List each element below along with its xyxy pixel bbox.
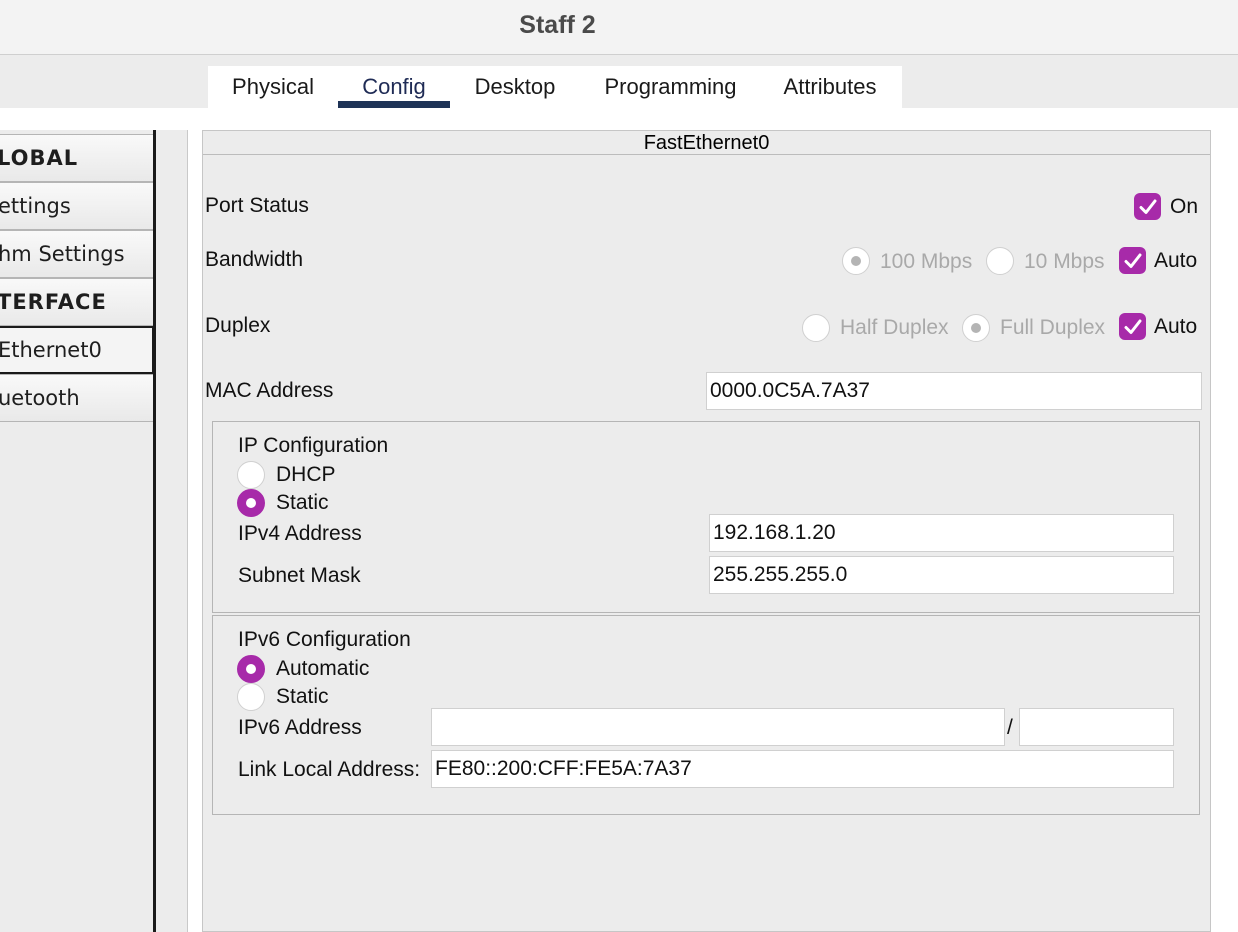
- ipv4-address-label: IPv4 Address: [238, 522, 362, 545]
- ipv6-prefix-length-field[interactable]: [1019, 708, 1174, 746]
- bandwidth-10mbps-radio[interactable]: [986, 247, 1014, 275]
- window-titlebar: Staff 2: [0, 0, 1238, 55]
- panel-title: FastEthernet0: [203, 131, 1210, 155]
- port-status-label: Port Status: [205, 194, 309, 217]
- duplex-auto-checkbox[interactable]: [1119, 313, 1146, 340]
- tab-config-label: Config: [362, 74, 426, 99]
- ipv6-prefix-separator: /: [1007, 716, 1013, 739]
- sidebar-item-fastethernet0[interactable]: Ethernet0: [0, 326, 154, 374]
- port-status-checkbox[interactable]: [1134, 193, 1161, 220]
- sidebar-item-label: uetooth: [0, 386, 80, 410]
- active-tab-indicator: [338, 101, 450, 108]
- duplex-half-label: Half Duplex: [840, 316, 949, 339]
- tab-config[interactable]: Config: [338, 66, 450, 108]
- tab-physical-label: Physical: [232, 74, 314, 99]
- subnet-mask-field[interactable]: 255.255.255.0: [709, 556, 1174, 594]
- check-icon: [1124, 319, 1141, 334]
- sidebar-item-label: Ethernet0: [0, 338, 102, 362]
- bandwidth-auto-label: Auto: [1154, 249, 1198, 272]
- ipv4-dhcp-label: DHCP: [276, 463, 336, 486]
- window-title: Staff 2: [519, 11, 596, 39]
- duplex-full-label: Full Duplex: [1000, 316, 1106, 339]
- bandwidth-100mbps-radio[interactable]: [842, 247, 870, 275]
- ip-configuration-title: IP Configuration: [238, 434, 389, 457]
- sidebar-header-interface[interactable]: TERFACE: [0, 278, 154, 326]
- port-status-on-label: On: [1170, 195, 1199, 218]
- mac-address-label: MAC Address: [205, 379, 334, 402]
- ipv6-address-field[interactable]: [431, 708, 1005, 746]
- ipv6-static-label: Static: [276, 685, 329, 708]
- ipv4-address-field[interactable]: 192.168.1.20: [709, 514, 1174, 552]
- check-icon: [1139, 199, 1156, 214]
- ipv6-address-label: IPv6 Address: [238, 716, 362, 739]
- sidebar-item-label: hm Settings: [0, 242, 125, 266]
- duplex-auto-label: Auto: [1154, 315, 1198, 338]
- duplex-label: Duplex: [205, 314, 271, 337]
- sidebar-item-label: LOBAL: [0, 146, 79, 170]
- tab-desktop-label: Desktop: [474, 74, 556, 99]
- tab-programming[interactable]: Programming: [593, 66, 748, 108]
- ipv4-dhcp-radio[interactable]: [237, 461, 265, 489]
- sidebar-item-bluetooth[interactable]: uetooth: [0, 374, 154, 422]
- sidebar-item-label: TERFACE: [0, 290, 107, 314]
- sidebar-header-global[interactable]: LOBAL: [0, 134, 154, 182]
- tab-bar: Physical Config Desktop Programming Attr…: [208, 66, 902, 108]
- sidebar-item-settings[interactable]: ettings: [0, 182, 154, 230]
- sidebar-item-algorithm-settings[interactable]: hm Settings: [0, 230, 154, 278]
- ipv4-static-radio[interactable]: [237, 489, 265, 517]
- link-local-address-label: Link Local Address:: [238, 758, 421, 781]
- ip-configuration-group: IP Configuration DHCP Static IPv4 Addres…: [212, 421, 1200, 613]
- ipv6-automatic-label: Automatic: [276, 657, 370, 680]
- tab-physical[interactable]: Physical: [208, 66, 338, 108]
- ipv6-configuration-group: IPv6 Configuration Automatic Static IPv6…: [212, 615, 1200, 815]
- link-local-address-field[interactable]: FE80::200:CFF:FE5A:7A37: [431, 750, 1174, 788]
- bandwidth-auto-checkbox[interactable]: [1119, 247, 1146, 274]
- ipv4-static-label: Static: [276, 491, 329, 514]
- subnet-mask-label: Subnet Mask: [238, 564, 361, 587]
- mac-address-field[interactable]: 0000.0C5A.7A37: [706, 372, 1202, 410]
- check-icon: [1124, 253, 1141, 268]
- tab-programming-label: Programming: [604, 74, 737, 99]
- bandwidth-label: Bandwidth: [205, 248, 304, 271]
- interface-panel: FastEthernet0 Port Status On Bandwidth 1…: [202, 130, 1211, 932]
- duplex-half-radio[interactable]: [802, 314, 830, 342]
- tab-desktop[interactable]: Desktop: [450, 66, 580, 108]
- ipv6-static-radio[interactable]: [237, 683, 265, 711]
- ipv6-configuration-title: IPv6 Configuration: [238, 628, 411, 651]
- sidebar-item-label: ettings: [0, 194, 71, 218]
- bandwidth-10mbps-label: 10 Mbps: [1024, 250, 1105, 273]
- tab-attributes-label: Attributes: [783, 74, 877, 99]
- tab-attributes[interactable]: Attributes: [768, 66, 892, 108]
- duplex-full-radio[interactable]: [962, 314, 990, 342]
- ipv6-automatic-radio[interactable]: [237, 655, 265, 683]
- sidebar-divider: [153, 130, 156, 932]
- bandwidth-100mbps-label: 100 Mbps: [880, 250, 973, 273]
- config-sidebar: LOBAL ettings hm Settings TERFACE Ethern…: [0, 130, 188, 932]
